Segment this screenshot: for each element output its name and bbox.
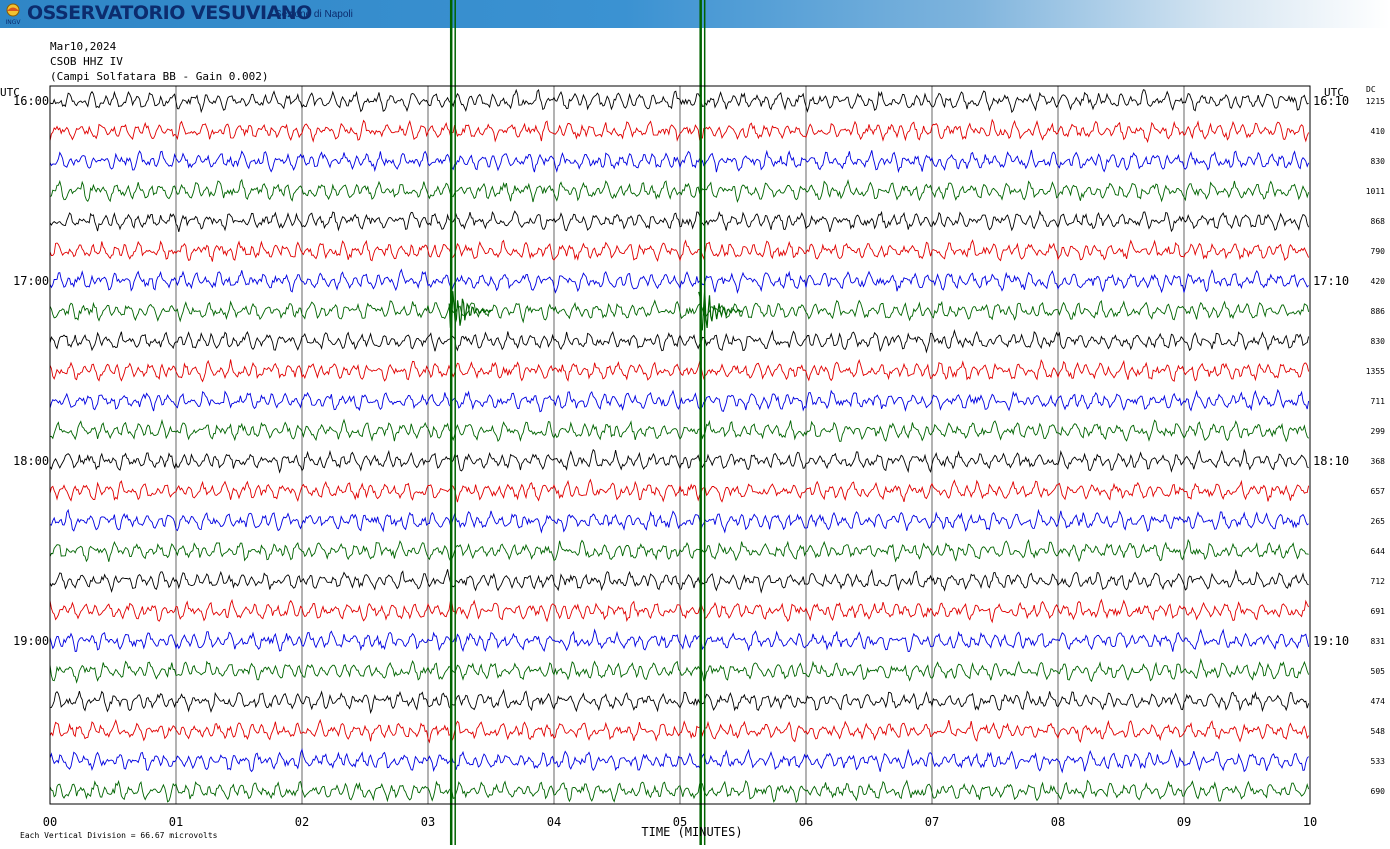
trace-row-7 <box>49 299 1310 324</box>
right-time-label: 19:10 <box>1313 634 1349 648</box>
trace-row-8 <box>49 328 1310 354</box>
trace-row-13 <box>49 478 1310 503</box>
trace-row-2 <box>49 149 1310 174</box>
dc-value: 830 <box>1371 337 1386 346</box>
right-time-label: 17:10 <box>1313 274 1349 288</box>
trace-row-0 <box>49 88 1309 114</box>
dc-value: 410 <box>1371 127 1386 136</box>
dc-value: 790 <box>1371 247 1386 256</box>
x-tick-label: 04 <box>547 815 561 829</box>
dc-value: 691 <box>1371 607 1386 616</box>
dc-value: 533 <box>1371 757 1386 766</box>
x-tick-label: 03 <box>421 815 435 829</box>
dc-value: 548 <box>1371 727 1386 736</box>
trace-row-17 <box>49 598 1310 624</box>
dc-value: 886 <box>1371 307 1386 316</box>
dc-value: 657 <box>1371 487 1386 496</box>
trace-row-11 <box>49 418 1309 443</box>
dc-value: 299 <box>1371 427 1386 436</box>
left-time-label: 19:00 <box>13 634 49 648</box>
right-time-label: 18:10 <box>1313 454 1349 468</box>
trace-row-15 <box>49 538 1309 563</box>
event-group <box>448 0 743 845</box>
trace-row-1 <box>49 118 1310 144</box>
trace-row-3 <box>49 178 1310 204</box>
trace-row-22 <box>49 747 1309 774</box>
x-tick-label: 09 <box>1177 815 1191 829</box>
trace-row-23 <box>49 779 1310 804</box>
trace-row-21 <box>49 718 1309 744</box>
trace-group <box>49 88 1310 804</box>
dc-value: 690 <box>1371 787 1386 796</box>
dc-value: 474 <box>1371 697 1386 706</box>
trace-row-12 <box>49 448 1309 474</box>
dc-header-label: DC <box>1366 85 1376 94</box>
dc-value: 420 <box>1371 277 1386 286</box>
trace-row-6 <box>49 268 1309 294</box>
dc-value: 831 <box>1371 637 1386 646</box>
trace-row-18 <box>49 628 1310 653</box>
left-time-label: 16:00 <box>13 94 49 108</box>
x-tick-label: 10 <box>1303 815 1317 829</box>
trace-row-9 <box>49 358 1310 383</box>
right-time-label: 16:10 <box>1313 94 1349 108</box>
dc-value: 830 <box>1371 157 1386 166</box>
trace-row-10 <box>49 388 1310 413</box>
trace-row-20 <box>49 688 1310 715</box>
x-tick-label: 07 <box>925 815 939 829</box>
x-tick-label: 06 <box>799 815 813 829</box>
x-tick-label: 00 <box>43 815 57 829</box>
vertical-division-note: Each Vertical Division = 66.67 microvolt… <box>20 831 218 840</box>
dc-value: 505 <box>1371 667 1386 676</box>
x-tick-label: 01 <box>169 815 183 829</box>
x-axis-title: TIME (MINUTES) <box>641 825 742 839</box>
dc-value: 1355 <box>1366 367 1385 376</box>
left-time-label: 17:00 <box>13 274 49 288</box>
label-group: UTC UTC DC16:0017:0018:0019:0016:1017:1018… <box>0 85 1385 840</box>
dc-value: 1215 <box>1366 97 1385 106</box>
x-tick-label: 02 <box>295 815 309 829</box>
dc-value: 711 <box>1371 397 1386 406</box>
trace-row-16 <box>49 568 1309 594</box>
seismogram-chart: UTC UTC DC16:0017:0018:0019:0016:1017:1018… <box>0 0 1385 845</box>
dc-value: 868 <box>1371 217 1386 226</box>
trace-row-5 <box>49 239 1310 263</box>
trace-row-14 <box>49 508 1309 534</box>
dc-value: 712 <box>1371 577 1386 586</box>
left-time-label: 18:00 <box>13 454 49 468</box>
dc-value: 368 <box>1371 457 1386 466</box>
trace-row-19 <box>49 657 1310 684</box>
x-tick-label: 08 <box>1051 815 1065 829</box>
trace-row-4 <box>49 210 1310 233</box>
dc-value: 1011 <box>1366 187 1385 196</box>
dc-value: 644 <box>1371 547 1386 556</box>
dc-value: 265 <box>1371 517 1386 526</box>
grid-lines <box>49 86 1311 804</box>
